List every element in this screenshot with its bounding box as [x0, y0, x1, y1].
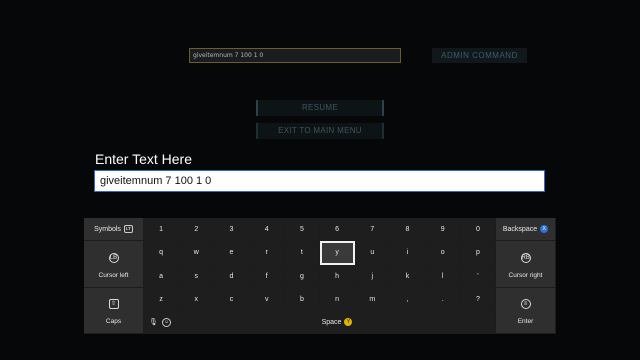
onscreen-keyboard: Symbols LT LB Cursor left ⇧ Caps Backspac…: [84, 218, 556, 334]
key-3-3[interactable]: v: [249, 287, 285, 311]
key-3-2[interactable]: c: [214, 287, 250, 311]
dictation-key[interactable]: 🎙 ☺: [144, 311, 179, 334]
left-trigger-icon: LT: [123, 225, 133, 234]
key-1-4[interactable]: t: [284, 241, 320, 265]
key-1-9[interactable]: p: [460, 241, 496, 265]
key-0-2[interactable]: 3: [214, 218, 250, 242]
space-label: Space: [321, 319, 342, 326]
key-2-4[interactable]: g: [284, 264, 320, 288]
exit-to-main-menu-button[interactable]: EXIT TO MAIN MENU: [256, 123, 384, 139]
prompt-label: Enter Text Here: [95, 151, 193, 167]
key-2-0[interactable]: a: [144, 264, 180, 288]
key-1-3[interactable]: r: [249, 241, 285, 265]
key-0-9[interactable]: 0: [460, 218, 496, 242]
key-3-8[interactable]: .: [425, 287, 461, 311]
key-0-8[interactable]: 9: [425, 218, 461, 242]
key-1-6[interactable]: u: [355, 241, 391, 265]
y-button-icon: Y: [344, 318, 353, 327]
menu-button-icon: ≡: [520, 299, 531, 309]
key-0-0[interactable]: 1: [144, 218, 180, 242]
key-3-1[interactable]: x: [179, 287, 215, 311]
left-bumper-icon: LB: [108, 253, 119, 263]
backspace-key[interactable]: Backspace X: [496, 218, 556, 241]
backspace-label: Backspace: [502, 226, 538, 233]
key-1-8[interactable]: o: [425, 241, 461, 265]
key-2-7[interactable]: k: [390, 264, 426, 288]
admin-command-input[interactable]: giveitemnum 7 100 1 0: [189, 48, 401, 63]
key-2-3[interactable]: f: [249, 264, 285, 288]
cursor-right-key[interactable]: RB Cursor right: [496, 241, 556, 288]
key-2-6[interactable]: j: [355, 264, 391, 288]
key-0-3[interactable]: 4: [249, 218, 285, 242]
cursor-left-label: Cursor left: [98, 272, 129, 279]
x-button-icon: X: [540, 225, 549, 234]
caps-key[interactable]: ⇧ Caps: [84, 288, 144, 334]
key-2-1[interactable]: s: [179, 264, 215, 288]
key-0-6[interactable]: 7: [355, 218, 391, 242]
key-3-4[interactable]: b: [284, 287, 320, 311]
microphone-icon: 🎙: [149, 319, 158, 326]
right-bumper-icon: RB: [520, 253, 531, 263]
key-1-7[interactable]: i: [390, 241, 426, 265]
admin-command-button[interactable]: ADMIN COMMAND: [432, 48, 527, 63]
caps-shift-icon: ⇧: [108, 299, 119, 309]
key-2-8[interactable]: l: [425, 264, 461, 288]
key-1-1[interactable]: w: [179, 241, 215, 265]
enter-label: Enter: [517, 318, 534, 325]
key-1-0[interactable]: q: [144, 241, 180, 265]
key-2-2[interactable]: d: [214, 264, 250, 288]
key-3-6[interactable]: m: [355, 287, 391, 311]
key-1-5[interactable]: y: [320, 241, 356, 265]
key-3-9[interactable]: ?: [460, 287, 496, 311]
key-2-9[interactable]: ': [460, 264, 496, 288]
key-1-2[interactable]: e: [214, 241, 250, 265]
enter-key[interactable]: ≡ Enter: [496, 288, 556, 334]
key-3-7[interactable]: ,: [390, 287, 426, 311]
key-0-4[interactable]: 5: [284, 218, 320, 242]
cursor-left-key[interactable]: LB Cursor left: [84, 241, 144, 288]
space-key[interactable]: Space Y: [179, 311, 496, 334]
cursor-right-label: Cursor right: [508, 272, 543, 279]
key-3-5[interactable]: n: [320, 287, 356, 311]
key-0-5[interactable]: 6: [320, 218, 356, 242]
text-entry-field[interactable]: giveitemnum 7 100 1 0: [94, 170, 545, 192]
key-3-0[interactable]: z: [144, 287, 180, 311]
caps-label: Caps: [105, 318, 122, 325]
key-0-1[interactable]: 2: [179, 218, 215, 242]
symbols-label: Symbols: [94, 226, 121, 233]
emoji-icon: ☺: [162, 318, 171, 327]
resume-button[interactable]: RESUME: [256, 100, 384, 116]
key-0-7[interactable]: 8: [390, 218, 426, 242]
key-2-5[interactable]: h: [320, 264, 356, 288]
symbols-key[interactable]: Symbols LT: [84, 218, 144, 241]
